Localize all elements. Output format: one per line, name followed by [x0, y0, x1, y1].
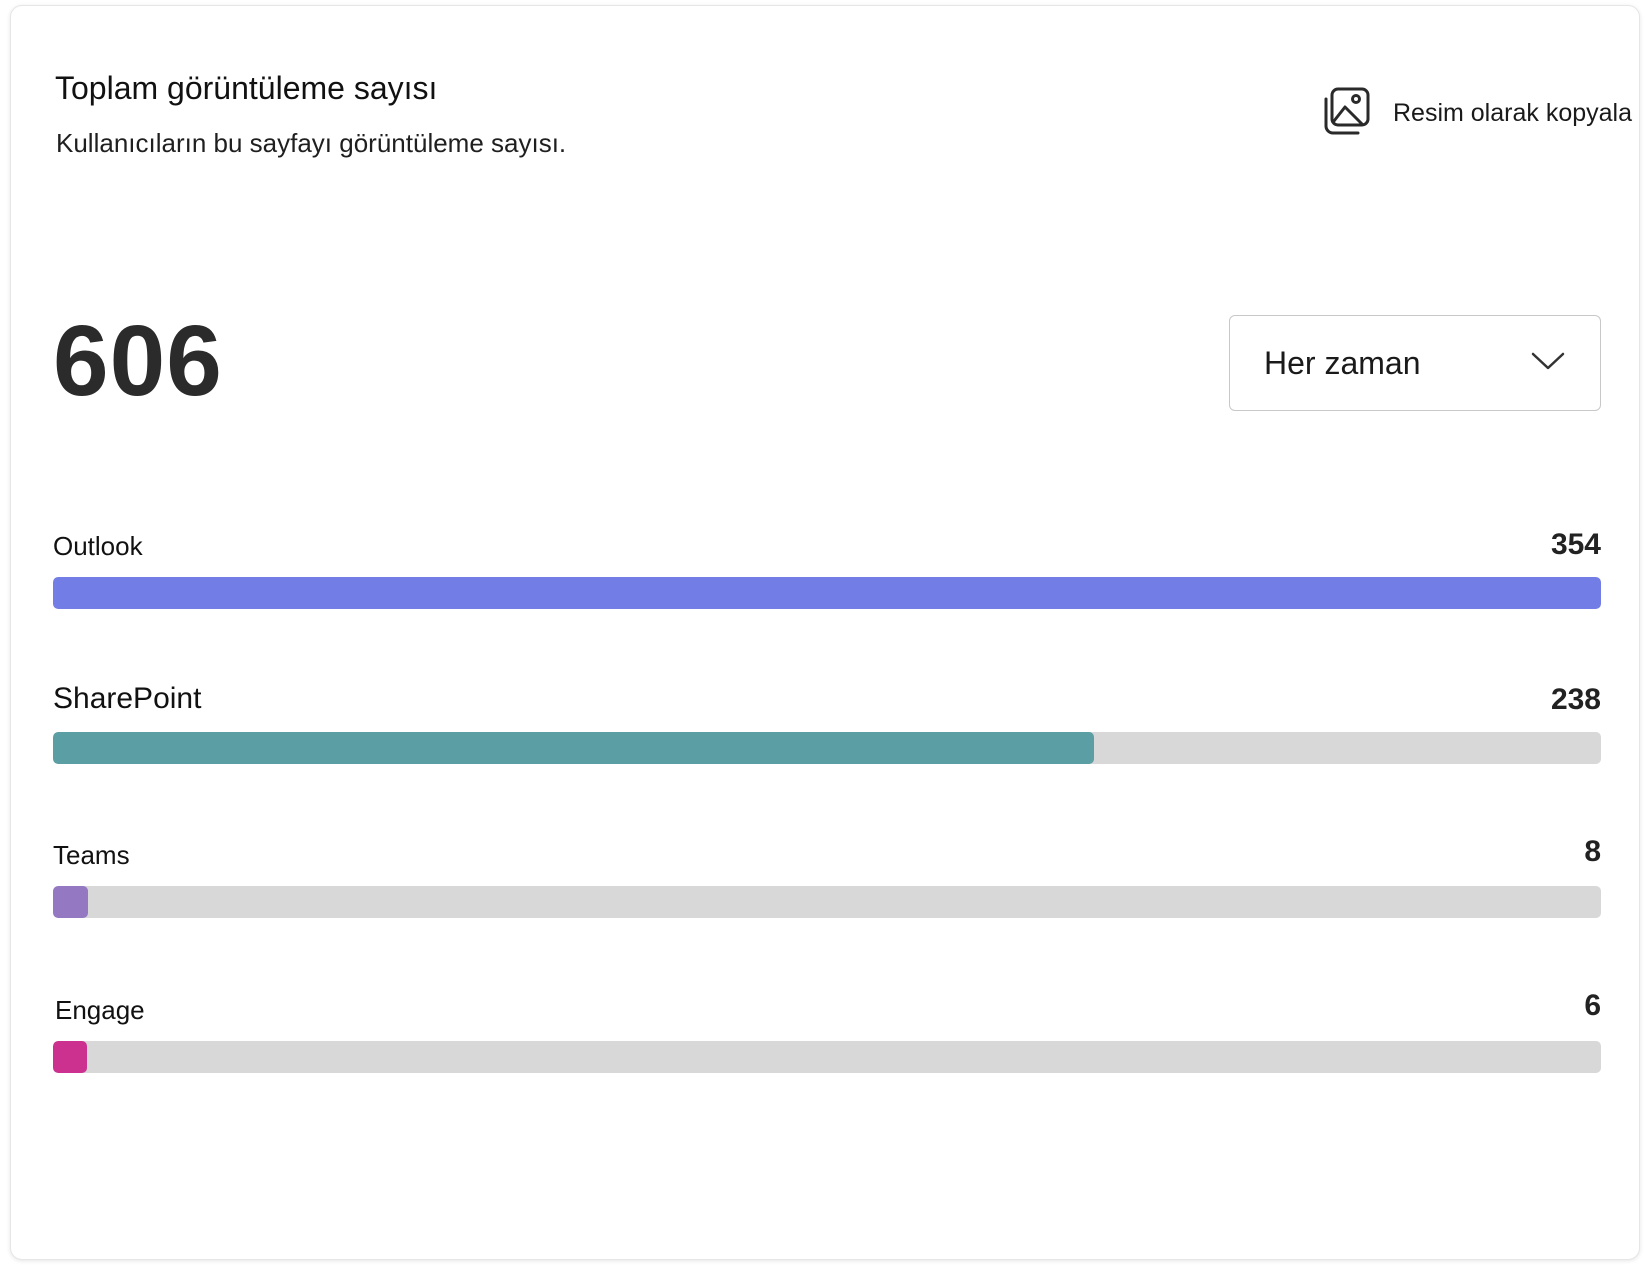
source-count: 354 [1550, 528, 1601, 561]
bar-fill [53, 886, 88, 918]
bar-track [53, 886, 1601, 918]
source-name: Teams [53, 840, 130, 870]
bar-track [53, 1041, 1601, 1073]
bar-track [53, 732, 1601, 764]
source-count: 238 [1550, 683, 1601, 716]
card-subtitle: Kullanıcıların bu sayfayı görüntüleme sa… [56, 128, 567, 158]
copy-as-image-button[interactable]: Resim olarak kopyala [1321, 86, 1632, 141]
bar-fill [53, 577, 1601, 609]
source-name: Engage [55, 995, 145, 1025]
bar-fill [53, 732, 1094, 764]
bar-fill [53, 1041, 87, 1073]
source-name: SharePoint [53, 682, 202, 715]
views-card: Toplam görüntüleme sayısı Kullanıcıların… [10, 5, 1640, 1260]
time-range-value: Her zaman [1264, 344, 1421, 381]
source-count: 6 [1584, 989, 1601, 1022]
time-range-dropdown[interactable]: Her zaman [1229, 315, 1601, 411]
chevron-down-icon [1530, 350, 1566, 377]
copy-as-image-label: Resim olarak kopyala [1393, 99, 1632, 127]
source-count: 8 [1584, 835, 1601, 868]
source-name: Outlook [53, 531, 143, 561]
total-views-value: 606 [53, 305, 223, 417]
card-title: Toplam görüntüleme sayısı [55, 70, 438, 106]
image-copy-icon [1321, 86, 1371, 141]
bar-track [53, 577, 1601, 609]
